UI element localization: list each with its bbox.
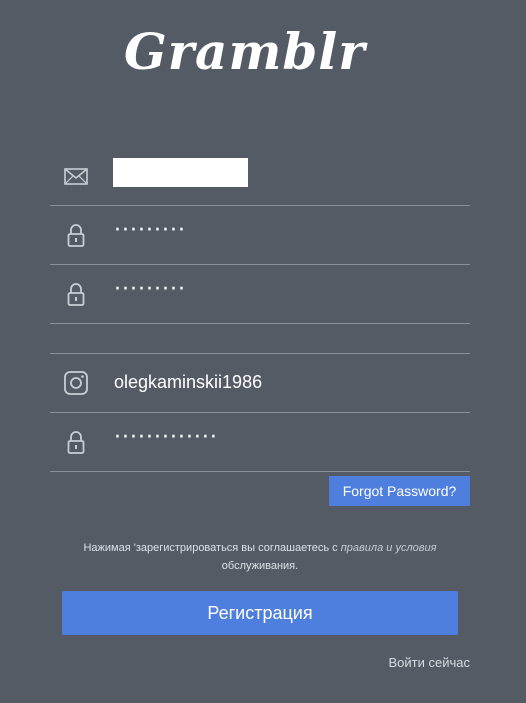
email-input[interactable] — [113, 158, 248, 187]
lock-icon — [62, 221, 90, 249]
password-row: ········· — [50, 206, 470, 265]
password-input[interactable]: ········· — [114, 218, 186, 243]
instagram-username-row: olegkaminskii1986 — [50, 354, 470, 413]
terms-link[interactable]: правила и условия — [341, 542, 437, 554]
lock-icon — [62, 280, 90, 308]
instagram-icon — [62, 369, 90, 397]
instagram-username-input[interactable]: olegkaminskii1986 — [114, 372, 262, 393]
section-divider — [50, 323, 470, 354]
register-button[interactable]: Регистрация — [62, 591, 458, 635]
email-row — [50, 147, 470, 206]
instagram-password-input[interactable]: ············· — [114, 425, 218, 450]
lock-icon — [62, 428, 90, 456]
password-confirm-input[interactable]: ········· — [114, 277, 186, 302]
instagram-password-row: ············· — [50, 413, 470, 472]
forgot-password-button[interactable]: Forgot Password? — [329, 476, 470, 506]
password-confirm-row: ········· — [50, 265, 470, 324]
terms-suffix: обслуживания. — [221, 560, 299, 572]
envelope-icon — [62, 162, 90, 190]
app-logo: Gramblr — [124, 22, 366, 81]
login-now-link[interactable]: Войти сейчас — [389, 655, 471, 670]
terms-prefix: Нажимая 'зарегистрироваться вы соглашает… — [83, 542, 338, 554]
terms-text: Нажимая 'зарегистрироваться вы соглашает… — [50, 539, 470, 575]
